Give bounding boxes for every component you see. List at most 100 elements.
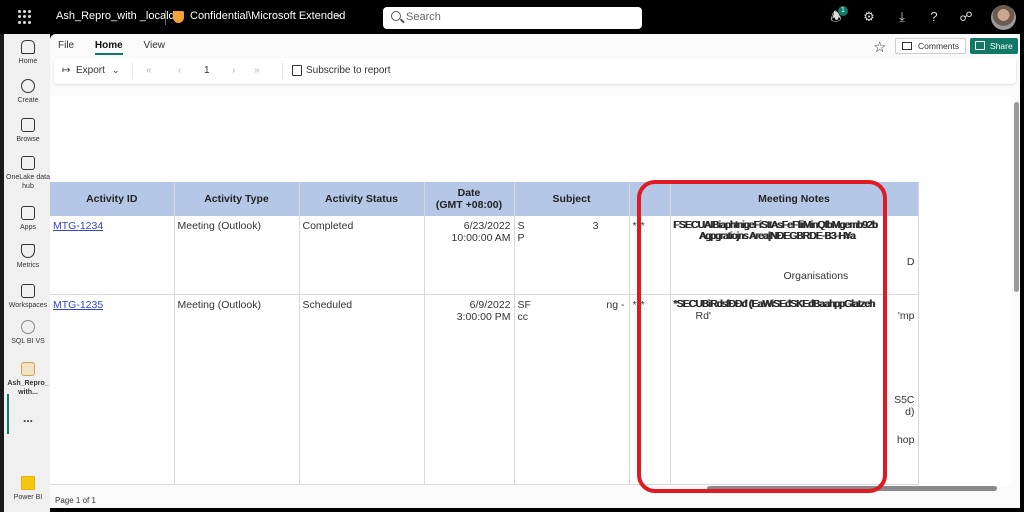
- top-bar: Ash_Repro_with _localdb Confidential\Mic…: [0, 0, 1024, 34]
- help-icon[interactable]: ?: [926, 9, 942, 25]
- horizontal-scrollbar[interactable]: [707, 486, 997, 491]
- subject-fragment: 3: [592, 220, 599, 232]
- trophy-icon: [21, 244, 35, 258]
- share-feedback-icon[interactable]: ☍: [958, 9, 974, 25]
- sidebar-item-powerbi[interactable]: Power BI: [4, 476, 52, 502]
- time-value: 3:00:00 PM: [456, 310, 511, 323]
- sidebar-item-label: Ash_Repro_ with...: [7, 380, 49, 396]
- notes-fragment: Rd': [695, 309, 711, 322]
- last-page-icon[interactable]: »: [254, 65, 260, 76]
- comment-icon: [902, 42, 912, 50]
- activity-table: Activity ID Activity Type Activity Statu…: [50, 182, 919, 485]
- notes-text: Organisations: [783, 270, 849, 282]
- tab-file[interactable]: File: [58, 40, 74, 51]
- divider: [132, 63, 133, 79]
- subscribe-button[interactable]: Subscribe to report: [306, 65, 391, 76]
- sidebar-item-browse[interactable]: Browse: [4, 118, 52, 144]
- notes-text: hop: [896, 433, 915, 446]
- cell-subject: SF cc ng -: [514, 294, 630, 485]
- tab-view[interactable]: View: [143, 40, 165, 51]
- subject-fragment: P: [517, 232, 525, 244]
- cell-date: 6/23/2022 10:00:00 AM: [424, 216, 515, 295]
- export-button[interactable]: Export: [76, 65, 105, 76]
- report-toolbar: ↦ Export ⌄ « ‹ 1 › » Subscribe to report: [54, 58, 1016, 84]
- sidebar-item-workspaces[interactable]: Workspaces: [4, 284, 52, 310]
- sidebar-item-label: Home: [18, 58, 38, 65]
- sidebar-item-onelake[interactable]: OneLake data hub: [4, 156, 52, 191]
- main-content: File Home View ☆ Comments Share ↦ Export…: [50, 34, 1020, 508]
- report-canvas: Activity ID Activity Type Activity Statu…: [50, 96, 1012, 486]
- cell-activity-type: Meeting (Outlook): [174, 294, 300, 485]
- chevron-down-icon[interactable]: ⌄: [112, 65, 120, 76]
- search-icon: [391, 11, 401, 21]
- notes-text: d): [905, 405, 915, 418]
- cell-activity-id[interactable]: MTG-1234: [50, 216, 175, 295]
- workspaces-icon: [21, 284, 35, 298]
- activity-id-link[interactable]: MTG-1235: [53, 299, 103, 311]
- subject-fragment: cc: [517, 310, 529, 323]
- page-number[interactable]: 1: [204, 65, 210, 76]
- date-value: 6/9/2022: [469, 298, 511, 311]
- column-header-activity-type[interactable]: Activity Type: [174, 182, 300, 216]
- sidebar-item-label: Apps: [20, 224, 36, 231]
- column-header-blank: [629, 182, 671, 216]
- notes-text: Agpgratiojns Area|NĐEGBRDE-B3-H¥a: [699, 231, 856, 242]
- notes-text: Rd' 'mp: [674, 310, 915, 322]
- ribbon-tabs: File Home View: [58, 40, 183, 55]
- sensitivity-label[interactable]: Confidential\Microsoft Extended: [190, 10, 345, 22]
- cell-date: 6/9/2022 3:00:00 PM: [424, 294, 515, 485]
- sidebar-item-sql-bi-vs[interactable]: SQL BI VS: [4, 320, 52, 346]
- column-header-activity-id[interactable]: Activity ID: [50, 182, 175, 216]
- comments-button[interactable]: Comments: [895, 38, 967, 54]
- waffle-icon[interactable]: [18, 10, 32, 24]
- column-header-meeting-notes[interactable]: Meeting Notes: [670, 182, 919, 216]
- sidebar-item-metrics[interactable]: Metrics: [4, 244, 52, 270]
- cell-subject: SP 3: [514, 216, 630, 295]
- page-status: Page 1 of 1: [55, 496, 96, 505]
- search-input[interactable]: [406, 11, 626, 23]
- subject-fragment: S: [517, 220, 525, 232]
- notes-text: FSECUAIBiaphtnigeFiSttAsFeFfiiMinQfbMgem…: [673, 220, 878, 231]
- share-button[interactable]: Share: [970, 38, 1018, 54]
- side-nav: Home Create Browse OneLake data hub Apps…: [0, 34, 50, 512]
- table-row: MTG-1234 Meeting (Outlook) Completed 6/2…: [50, 216, 919, 295]
- vertical-scrollbar[interactable]: [1014, 102, 1019, 292]
- next-page-icon[interactable]: ›: [232, 65, 235, 76]
- time-value: 10:00:00 AM: [451, 232, 511, 244]
- activity-id-link[interactable]: MTG-1234: [53, 220, 103, 232]
- gear-icon[interactable]: ⚙: [861, 9, 877, 25]
- app-title[interactable]: Ash_Repro_with _localdb: [56, 10, 181, 22]
- sidebar-item-home[interactable]: Home: [4, 40, 52, 66]
- folder-icon: [21, 118, 35, 132]
- prev-page-icon[interactable]: ‹: [178, 65, 181, 76]
- chevron-down-icon[interactable]: ⌄: [334, 9, 342, 20]
- more-icon[interactable]: ...: [4, 412, 52, 424]
- subject-fragment: ng -: [606, 298, 625, 311]
- workspace-icon: [21, 320, 35, 334]
- sensitivity-shield-icon: [173, 11, 184, 23]
- sidebar-item-apps[interactable]: Apps: [4, 206, 52, 232]
- column-header-subject[interactable]: Subject: [514, 182, 630, 216]
- apps-icon: [21, 206, 35, 220]
- notification-badge: 1: [838, 6, 848, 16]
- column-header-date[interactable]: Date (GMT +08:00): [424, 182, 515, 216]
- powerbi-icon: [21, 476, 35, 490]
- download-icon[interactable]: ⤓: [894, 9, 910, 25]
- search-box[interactable]: [383, 7, 642, 29]
- notes-text: S5C: [894, 393, 915, 406]
- table-row: MTG-1235 Meeting (Outlook) Scheduled 6/9…: [50, 294, 919, 485]
- notes-text: D: [906, 256, 915, 268]
- home-icon: [21, 40, 35, 54]
- sidebar-item-report[interactable]: Ash_Repro_ with...: [4, 362, 52, 397]
- column-header-activity-status[interactable]: Activity Status: [299, 182, 425, 216]
- share-icon: [975, 41, 985, 50]
- first-page-icon[interactable]: «: [146, 65, 152, 76]
- notes-fragment: 'mp: [897, 309, 915, 322]
- database-icon: [21, 156, 35, 170]
- cell-activity-id[interactable]: MTG-1235: [50, 294, 175, 485]
- cell-col6: ***: [629, 294, 671, 485]
- sidebar-item-create[interactable]: Create: [4, 79, 52, 105]
- avatar[interactable]: [991, 5, 1016, 30]
- tab-home[interactable]: Home: [94, 40, 123, 55]
- star-icon[interactable]: ☆: [873, 38, 886, 56]
